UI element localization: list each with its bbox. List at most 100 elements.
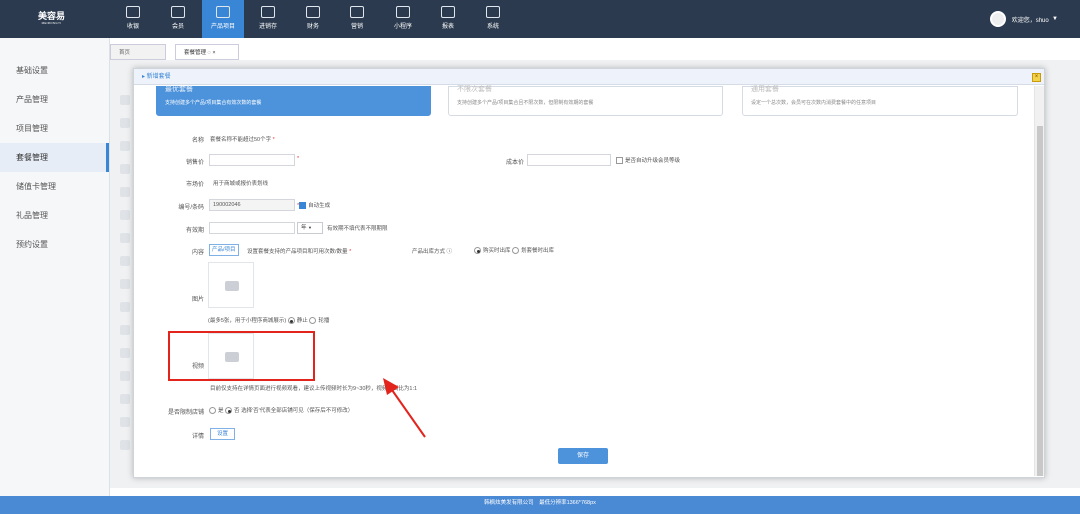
valid-hint: 有效期不填代表不限期限 [327,226,388,232]
code-label: 编号/条码 [178,205,204,211]
system-icon [486,6,500,18]
package-type-card-1[interactable]: 最优套餐支持创建多个产品/项目集合有效次数的套餐 [156,86,431,116]
limit-store-options: 是 否 选择'否'代表全部店铺可见（保存后不可修改） [209,406,353,415]
brand-logo[interactable]: 美容易 MEIRONGYI [38,12,65,25]
sidebar-item-project[interactable]: 项目管理 [0,114,109,143]
user-greeting: 欢迎您，shuo [1011,17,1049,24]
sidebar-item-package[interactable]: 套餐管理 [0,143,109,172]
radio-selected-icon[interactable] [225,407,233,415]
image-hint-text: (最多5张，用于小程序商城展示) [208,318,287,324]
chevron-down-icon: ▼ [308,225,313,230]
outbound-label: 产品出库方式 ⓘ [412,247,452,255]
image-mode-carousel[interactable]: 轮播 [318,318,329,324]
card-desc: 支持创建多个产品/项目集合且不限次数，但限制有效期的套餐 [457,100,594,106]
dialog-title: ▸ 新增套餐 [134,69,1044,85]
sidebar-item-product[interactable]: 产品管理 [0,85,109,114]
sidebar-item-booking[interactable]: 预约设置 [0,230,109,259]
radio-selected-icon[interactable] [287,317,295,325]
nav-member[interactable]: 会员 [159,0,197,38]
code-input[interactable]: 190002046 [209,199,295,211]
sidebar-item-gift[interactable]: 礼品管理 [0,201,109,230]
nav-report[interactable]: 报表 [429,0,467,38]
market-price-input[interactable]: 用于商城或报价表划线 [213,179,268,187]
select-content-button[interactable]: 产品/项目 [209,244,239,256]
scrollbar-thumb[interactable] [1037,126,1043,476]
image-label: 图片 [191,297,204,303]
auto-upgrade-label: 是否自动升级会员等级 [625,158,681,164]
nav-label: 会员 [171,24,184,30]
nav-label: 产品项目 [210,24,235,30]
nav-inventory[interactable]: 进销存 [249,0,287,38]
member-icon [171,6,185,18]
required-mark: * [272,137,275,143]
scrollbar[interactable] [1034,86,1044,476]
cashier-icon [126,6,140,18]
detail-label: 详情 [191,434,204,440]
limit-store-label: 是否限制店铺 [167,410,204,416]
card-desc: 支持创建多个产品/项目集合有效次数的套餐 [165,100,262,106]
report-icon [441,6,455,18]
nav-label: 收银 [126,24,139,30]
card-title: 最优套餐 [165,86,193,93]
cost-price-input[interactable] [527,154,611,166]
auto-upgrade-option[interactable]: 是否自动升级会员等级 [616,156,681,165]
outbound-label-text: 产品出库方式 [412,249,446,255]
required-mark: * [297,156,300,162]
market-price-label: 市场价 [185,182,204,188]
user-menu[interactable]: 欢迎您，shuo ▼ [989,11,1058,27]
radio-icon[interactable] [309,317,317,325]
sale-price-input[interactable] [209,154,295,166]
image-upload-box[interactable] [208,262,254,308]
tab-package[interactable]: 套餐管理 ◌ × [175,44,239,60]
tab-home[interactable]: 首页 [110,44,166,60]
sidebar-item-storedcard[interactable]: 储值卡管理 [0,172,109,201]
nav-system[interactable]: 系统 [474,0,512,38]
nav-label: 财务 [306,24,319,30]
valid-unit-select[interactable]: 年 ▼ [297,222,323,234]
chevron-down-icon: ▼ [1052,16,1058,22]
card-desc: 设定一个总次数，会员可在次数内消费套餐中的任意项目 [751,100,877,106]
checkbox-checked-icon[interactable] [299,202,307,210]
close-icon[interactable]: × [1032,73,1041,82]
package-type-card-3[interactable]: 通用套餐设定一个总次数，会员可在次数内消费套餐中的任意项目 [742,86,1018,116]
inventory-icon [261,6,275,18]
camera-icon [225,281,239,291]
nav-finance[interactable]: 财务 [294,0,332,38]
name-placeholder: 套餐名称不能超过50个字 [210,137,272,143]
limit-yes[interactable]: 是 [218,408,224,414]
nav-miniapp[interactable]: 小程序 [384,0,422,38]
footer: 韩枫炫美发有限公司 最低分辨率1366*768px [0,496,1080,514]
radio-selected-icon[interactable] [474,247,481,255]
limit-no[interactable]: 否 [234,408,240,414]
name-input[interactable]: 套餐名称不能超过50个字 * [210,135,275,143]
tab-bar: 首页 套餐管理 ◌ × [110,44,1080,60]
detail-settings-button[interactable]: 设置 [210,428,236,440]
content-hint-text: 设置套餐支持的产品项目和可用次数/数量 [247,249,348,255]
auto-generate-option[interactable]: * 自动生成 [297,201,331,210]
radio-icon[interactable] [512,247,520,255]
annotation-highlight-box [168,331,315,381]
outbound-option-1[interactable]: 购买时出库 [483,248,511,254]
nav-label: 小程序 [393,24,412,30]
nav-product[interactable]: 产品项目 [202,0,244,38]
radio-icon[interactable] [209,407,216,415]
finance-icon [306,6,320,18]
top-header: 美容易 MEIRONGYI 收银 会员 产品项目 进销存 财务 营销 小程序 报表… [0,0,1080,38]
valid-input[interactable] [209,222,295,234]
valid-label: 有效期 [185,228,204,234]
help-icon[interactable]: ⓘ [447,249,453,255]
image-mode-static[interactable]: 静止 [297,318,308,324]
nav-marketing[interactable]: 营销 [338,0,376,38]
outbound-option-2[interactable]: 划套餐时出库 [521,248,554,254]
card-title: 通用套餐 [751,86,779,93]
auto-generate-label: 自动生成 [308,203,331,209]
package-type-card-2[interactable]: 不限次套餐 支持创建多个产品/项目集合且不限次数，但限制有效期的套餐 [448,86,723,116]
nav-cashier[interactable]: 收银 [114,0,152,38]
nav-label: 报表 [441,24,454,30]
save-button[interactable]: 保存 [558,448,608,464]
checkbox-icon[interactable] [616,157,623,165]
sidebar-item-basic[interactable]: 基础设置 [0,56,109,85]
video-hint: 目前仅支持在详情页面进行视频观看，建议上传视频时长为9~30秒，视频宽高比为1:… [210,386,418,392]
nav-label: 营销 [350,24,363,30]
required-mark: * [349,249,352,255]
